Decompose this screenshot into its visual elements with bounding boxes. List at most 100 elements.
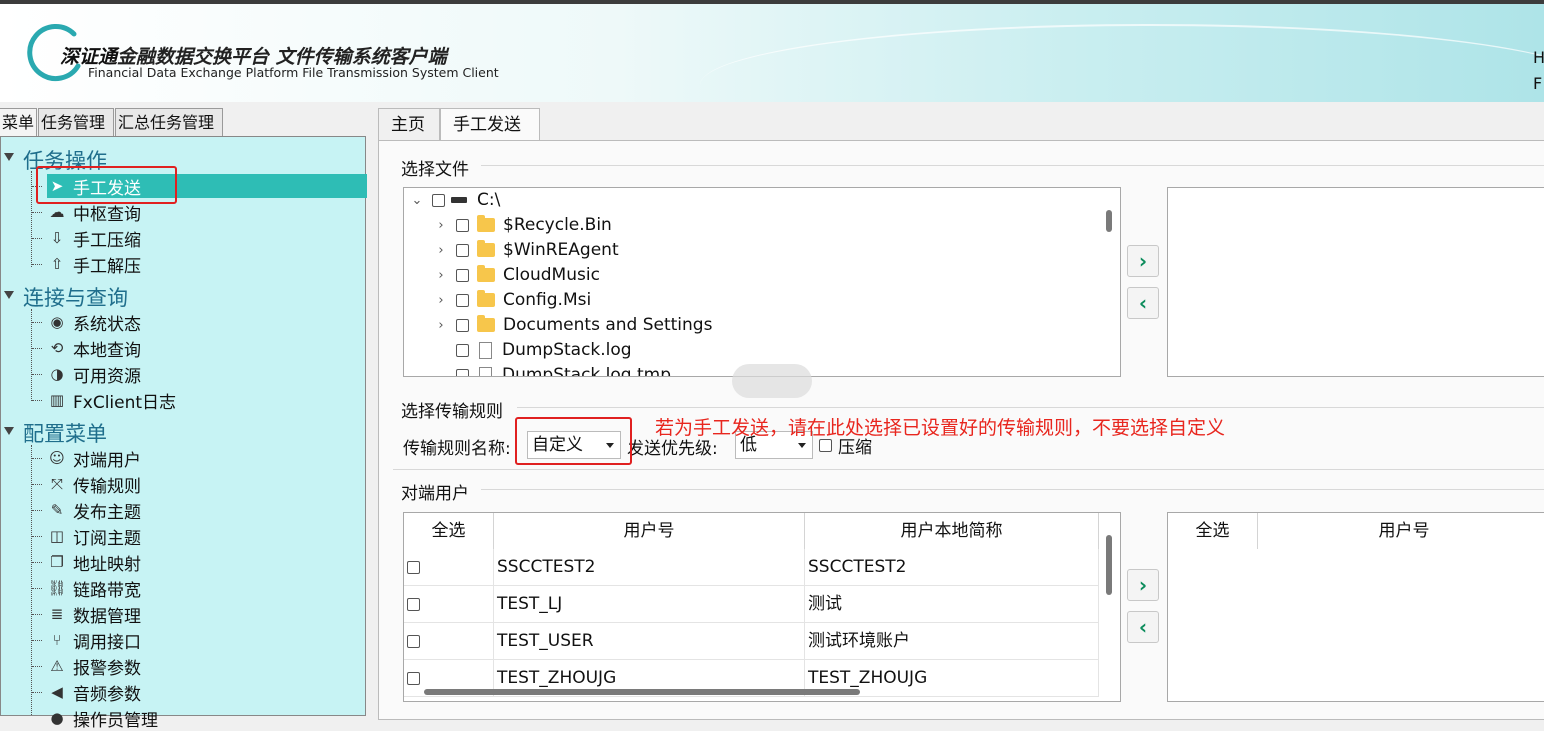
- expand-arrow-icon[interactable]: [4, 153, 14, 161]
- git-branch-icon: ⑂: [52, 631, 62, 649]
- sidebar-item-manual-compress[interactable]: ⇩ 手工压缩: [47, 226, 141, 251]
- history-icon: ⟲: [50, 339, 64, 357]
- folder-icon: [477, 265, 495, 282]
- tree-node[interactable]: › CloudMusic: [434, 263, 600, 287]
- copy-icon: ❐: [50, 553, 64, 571]
- highlight-box-manual-send: [36, 166, 177, 204]
- table-cell-user-alias[interactable]: 测试环境账户: [805, 623, 1099, 660]
- checkbox[interactable]: [456, 268, 469, 282]
- sidebar-item-local-query[interactable]: ⟲ 本地查询: [47, 336, 141, 361]
- tree-node[interactable]: › Config.Msi: [434, 288, 591, 312]
- sidebar-item-audio-params[interactable]: ◀ 音频参数: [47, 680, 141, 705]
- chevron-right-icon[interactable]: ›: [434, 218, 448, 233]
- speaker-icon: ◀: [51, 683, 63, 701]
- column-header-select-all[interactable]: 全选: [1168, 513, 1258, 549]
- chevron-down-icon[interactable]: ⌄: [410, 193, 424, 208]
- chevron-right-icon[interactable]: ›: [434, 243, 448, 258]
- tree-node[interactable]: › $WinREAgent: [434, 238, 619, 262]
- menu-group-connect-query[interactable]: 连接与查询: [23, 282, 128, 312]
- tree-node[interactable]: › $Recycle.Bin: [434, 213, 612, 237]
- checkbox[interactable]: [456, 318, 469, 332]
- highlight-box-rule-name: [515, 417, 632, 465]
- sidebar-item-transfer-rules[interactable]: ⤧ 传输规则: [47, 472, 141, 497]
- dropdown-arrow-icon: [798, 443, 806, 448]
- table-row-checkbox-cell[interactable]: [404, 586, 494, 623]
- table-cell-user-id[interactable]: SSCCTEST2: [494, 549, 805, 586]
- tree-node[interactable]: DumpStack.log.tmp: [434, 363, 671, 376]
- app-header: 深证通金融数据交换平台 文件传输系统客户端 Financial Data Exc…: [0, 4, 1544, 102]
- sidebar-item-peer-users[interactable]: ☺ 对端用户: [47, 446, 141, 471]
- file-alert-icon: ⚠: [50, 657, 64, 675]
- sidebar-item-fxclient-log[interactable]: ▥ FxClient日志: [47, 388, 176, 413]
- sidebar-item-system-status[interactable]: ◉ 系统状态: [47, 310, 141, 335]
- add-user-button[interactable]: ›: [1127, 569, 1159, 601]
- book-icon: ▥: [49, 391, 65, 409]
- chevron-right-icon[interactable]: ›: [434, 268, 448, 283]
- folder-icon: [477, 315, 495, 332]
- peer-table-hscrollbar[interactable]: [424, 689, 860, 695]
- column-header-user-alias[interactable]: 用户本地简称: [805, 513, 1099, 549]
- header-right-text-2: F: [1533, 74, 1543, 93]
- tree-node[interactable]: DumpStack.log: [434, 338, 632, 362]
- checkbox[interactable]: [456, 293, 469, 307]
- expand-arrow-icon[interactable]: [4, 427, 14, 435]
- column-header-user-id[interactable]: 用户号: [494, 513, 805, 549]
- table-row-checkbox-cell[interactable]: [404, 549, 494, 586]
- checkbox[interactable]: [456, 343, 469, 357]
- file-tree-scrollbar[interactable]: [1106, 210, 1112, 232]
- section-title-select-rule: 选择传输规则: [401, 402, 503, 422]
- menu-group-config[interactable]: 配置菜单: [23, 418, 107, 448]
- cloud-download-icon: ☁: [49, 203, 65, 221]
- sidebar-item-alarm-params[interactable]: ⚠ 报警参数: [47, 654, 141, 679]
- sidebar-item-data-management[interactable]: ≣ 数据管理: [47, 602, 141, 627]
- tab-task-management[interactable]: 任务管理: [38, 108, 114, 136]
- rss-icon: ◫: [49, 527, 65, 545]
- chevron-right-icon[interactable]: ›: [434, 318, 448, 333]
- table-row-checkbox-cell[interactable]: [404, 623, 494, 660]
- half-circle-icon: ◑: [50, 365, 64, 383]
- row-checkbox[interactable]: [407, 560, 420, 574]
- eye-icon: ◉: [50, 313, 64, 331]
- edit-icon: ✎: [50, 501, 64, 519]
- add-file-button[interactable]: ›: [1127, 245, 1159, 277]
- sidebar-item-available-resources[interactable]: ◑ 可用资源: [47, 362, 141, 387]
- checkbox[interactable]: [456, 243, 469, 257]
- expand-arrows-icon: ⤧: [50, 475, 63, 493]
- table-cell-user-id[interactable]: TEST_USER: [494, 623, 805, 660]
- selected-files-list[interactable]: [1167, 187, 1544, 377]
- checkbox[interactable]: [456, 218, 469, 232]
- tab-menu[interactable]: 菜单: [0, 108, 37, 136]
- tree-node-root[interactable]: ⌄ C:\: [410, 188, 501, 212]
- sidebar-item-address-mapping[interactable]: ❐ 地址映射: [47, 550, 141, 575]
- link-icon: ⛓: [47, 579, 67, 597]
- remove-file-button[interactable]: ‹: [1127, 287, 1159, 319]
- tab-manual-send[interactable]: 手工发送: [440, 108, 540, 140]
- table-cell-user-id[interactable]: TEST_LJ: [494, 586, 805, 623]
- sidebar-item-link-bandwidth[interactable]: ⛓ 链路带宽: [47, 576, 141, 601]
- tab-home[interactable]: 主页: [378, 108, 440, 140]
- sidebar-item-operator-management[interactable]: ● 操作员管理: [47, 706, 158, 731]
- compress-checkbox[interactable]: [819, 438, 832, 452]
- sidebar-item-call-interface[interactable]: ⑂ 调用接口: [47, 628, 141, 653]
- tree-node[interactable]: › Documents and Settings: [434, 313, 712, 337]
- table-cell-user-alias[interactable]: SSCCTEST2: [805, 549, 1099, 586]
- remove-user-button[interactable]: ‹: [1127, 611, 1159, 643]
- column-header-user-id[interactable]: 用户号: [1258, 513, 1544, 549]
- folder-icon: [477, 240, 495, 257]
- sidebar-item-subscribe-topic[interactable]: ◫ 订阅主题: [47, 524, 141, 549]
- tab-summary-task-management[interactable]: 汇总任务管理: [115, 108, 223, 136]
- table-cell-user-alias[interactable]: 测试: [805, 586, 1099, 623]
- row-checkbox[interactable]: [407, 671, 420, 685]
- sidebar-item-publish-topic[interactable]: ✎ 发布主题: [47, 498, 141, 523]
- expand-arrow-icon[interactable]: [4, 291, 14, 299]
- checkbox[interactable]: [432, 193, 445, 207]
- column-header-select-all[interactable]: 全选: [404, 513, 494, 549]
- checkbox[interactable]: [456, 368, 469, 376]
- app-title-en: Financial Data Exchange Platform File Tr…: [88, 65, 499, 80]
- row-checkbox[interactable]: [407, 597, 420, 611]
- row-checkbox[interactable]: [407, 634, 420, 648]
- loading-overlay: [732, 364, 812, 398]
- chevron-right-icon[interactable]: ›: [434, 293, 448, 308]
- sidebar-item-manual-decompress[interactable]: ⇧ 手工解压: [47, 252, 141, 277]
- peer-table-vscrollbar[interactable]: [1106, 535, 1112, 595]
